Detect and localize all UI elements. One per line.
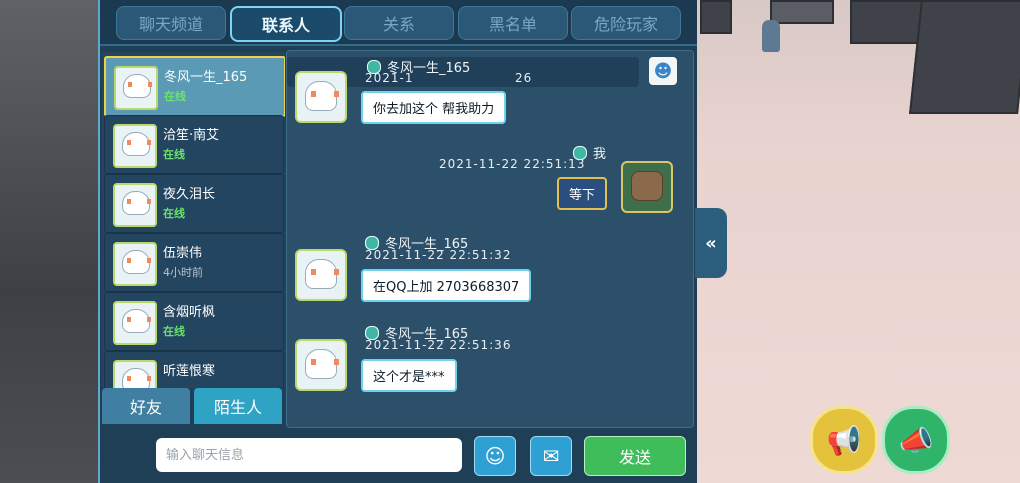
contact-item[interactable]: 洽笙·南艾 在线 [104,115,284,174]
message-time: 2021-1 [365,71,414,85]
megaphone-icon[interactable]: 📢 [810,406,878,474]
avatar [621,161,673,213]
scenery-rock [909,0,1020,114]
contact-name: 含烟听枫 [163,305,216,320]
contact-item[interactable]: 听莲恨寒 [104,351,284,388]
double-chevron-left-icon[interactable]: « [695,208,727,278]
chat-area[interactable]: 冬风一生_165 2021-1 26 ☻ 你去加这个 帮我助力 我 2021-1… [286,50,694,428]
message-bubble: 在QQ上加 2703668307 [361,269,532,302]
contact-status: 在线 [163,325,185,338]
game-background-left [0,0,100,483]
tab-strangers[interactable]: 陌生人 [194,388,282,424]
chat-input[interactable] [156,438,462,472]
tab-chat-channel[interactable]: 聊天频道 [116,6,226,40]
message-time: 26 [515,71,533,85]
tab-blacklist[interactable]: 黑名单 [458,6,568,40]
megaphone-icon[interactable]: 📣 [882,406,950,474]
avatar [113,124,157,168]
friend-tabs: 好友 陌生人 [102,388,286,426]
scenery-rock [850,0,924,44]
scenery-rock [770,0,834,24]
scenery-rock [700,0,732,34]
message-bubble: 你去加这个 帮我助力 [361,91,507,124]
message-bubble: 等下 [557,177,608,210]
avatar [113,183,157,227]
avatar [295,339,347,391]
avatar [295,249,347,301]
send-button[interactable]: 发送 [584,436,686,476]
speech-bubble-icon[interactable]: ✉ [530,436,572,476]
contact-name: 夜久泪长 [163,187,216,202]
contact-item[interactable]: 冬风一生_165 在线 [104,56,285,117]
contact-status: 4小时前 [163,266,203,279]
contact-status: 在线 [163,207,185,220]
input-bar: ☺ ✉ 发送 [100,428,697,483]
scenery-character [762,20,780,52]
emoji-icon[interactable]: ☺ [474,436,516,476]
message-time: 2021-11-22 22:51:36 [365,338,512,352]
tab-relations[interactable]: 关系 [344,6,454,40]
tab-dangerous-players[interactable]: 危险玩家 [571,6,681,40]
tab-bar: 聊天频道 联系人 关系 黑名单 危险玩家 [100,0,697,46]
person-icon[interactable]: ☻ [649,57,677,85]
tab-contacts[interactable]: 联系人 [230,6,342,42]
avatar [295,71,347,123]
contact-list[interactable]: 冬风一生_165 在线 洽笙·南艾 在线 夜久泪长 在线 伍崇伟 4小时前 含烟… [102,52,285,388]
contact-name: 洽笙·南艾 [163,128,220,143]
avatar [113,360,157,388]
avatar [113,301,157,345]
chat-panel: 聊天频道 联系人 关系 黑名单 危险玩家 冬风一生_165 在线 洽笙·南艾 在… [98,0,697,483]
message-time: 2021-11-22 22:51:13 [439,157,586,171]
contact-name: 冬风一生_165 [164,70,248,85]
message-time: 2021-11-22 22:51:32 [365,248,512,262]
contact-status: 在线 [163,148,185,161]
avatar [114,66,158,110]
contact-item[interactable]: 伍崇伟 4小时前 [104,233,284,292]
avatar [113,242,157,286]
message-bubble: 这个才是*** [361,359,457,392]
contact-status: 在线 [164,90,186,103]
contact-item[interactable]: 含烟听枫 在线 [104,292,284,351]
tab-friends[interactable]: 好友 [102,388,190,424]
contact-item[interactable]: 夜久泪长 在线 [104,174,284,233]
contact-name: 伍崇伟 [163,246,203,261]
contact-name: 听莲恨寒 [163,364,216,379]
